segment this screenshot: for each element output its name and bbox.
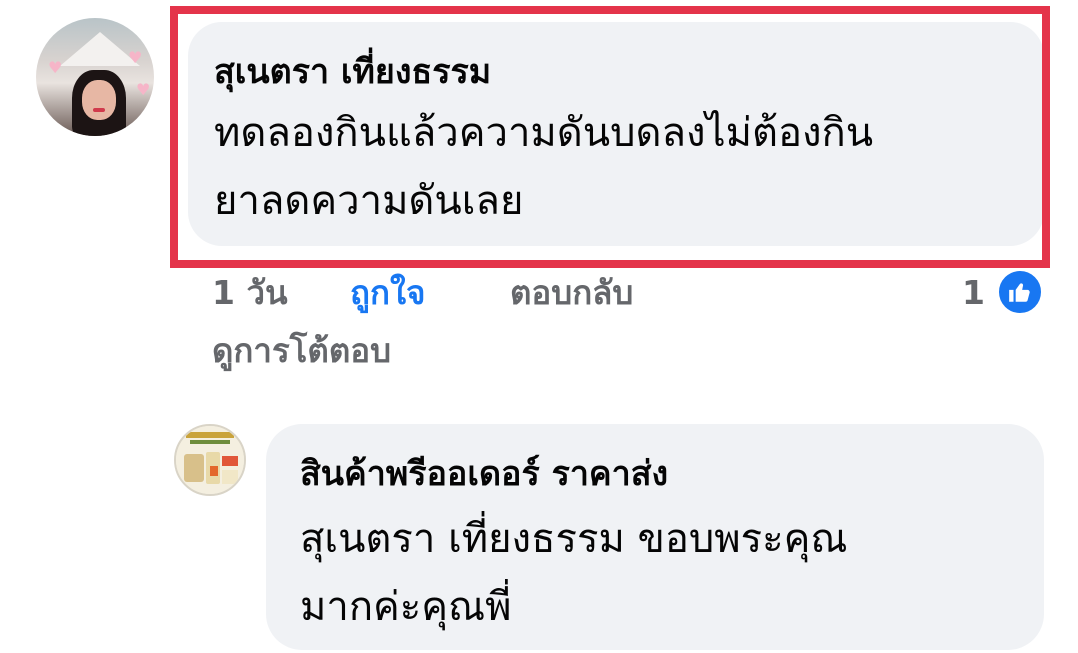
comment-timestamp[interactable]: 1 วัน <box>212 268 288 318</box>
heart-decoration-icon: ♥ <box>136 80 151 99</box>
reaction-count[interactable]: 1 <box>962 268 985 318</box>
reply-text-line-2: มากค่ะคุณพี่ <box>300 584 512 630</box>
reply-page-avatar[interactable] <box>174 424 246 496</box>
reply-button[interactable]: ตอบกลับ <box>510 268 633 318</box>
highlight-box <box>170 6 1050 268</box>
reply-author-name[interactable]: สินค้าพรีออเดอร์ ราคาส่ง <box>300 454 668 494</box>
reply-bubble: สินค้าพรีออเดอร์ ราคาส่ง สุเนตรา เที่ยงธ… <box>266 424 1044 650</box>
heart-decoration-icon: ♥ <box>48 58 63 77</box>
view-replies-link[interactable]: ดูการโต้ตอบ <box>212 326 391 376</box>
comment-thread: ♥ ♥ ♥ สุเนตรา เที่ยงธรรม ทดลองกินแล้วควา… <box>0 0 1078 653</box>
thumbs-up-icon[interactable] <box>996 268 1044 316</box>
reply-text-line-1: สุเนตรา เที่ยงธรรม ขอบพระคุณ <box>300 516 848 562</box>
like-button[interactable]: ถูกใจ <box>350 268 425 318</box>
commenter-avatar[interactable]: ♥ ♥ ♥ <box>36 18 154 136</box>
heart-decoration-icon: ♥ <box>128 48 143 67</box>
